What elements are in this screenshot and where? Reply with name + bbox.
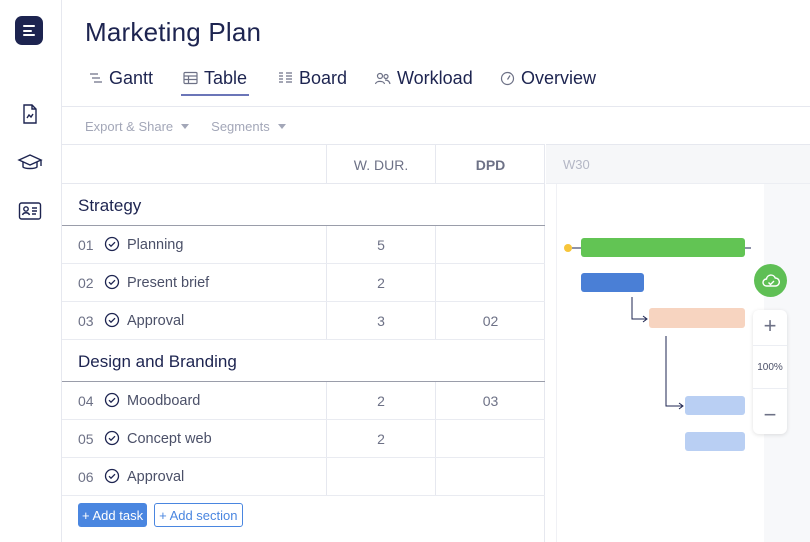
tab-board[interactable]: Board bbox=[278, 64, 347, 92]
task-name[interactable]: Planning bbox=[127, 237, 183, 253]
column-header-dpd[interactable]: DPD bbox=[436, 145, 545, 184]
segments-label: Segments bbox=[211, 119, 270, 134]
table-row[interactable]: 02 Present brief 2 bbox=[62, 264, 545, 302]
task-number: 01 bbox=[78, 237, 94, 253]
tab-board-label: Board bbox=[299, 67, 348, 88]
check-circle-icon[interactable] bbox=[104, 468, 120, 484]
task-number: 06 bbox=[78, 469, 94, 485]
table-row[interactable]: 04 Moodboard 2 03 bbox=[62, 382, 545, 420]
task-number: 05 bbox=[78, 431, 94, 447]
table-row[interactable]: 01 Planning 5 bbox=[62, 226, 545, 264]
divider bbox=[753, 345, 787, 346]
add-section-button[interactable]: + Add section bbox=[154, 503, 243, 527]
gantt-bar-concept-web[interactable] bbox=[685, 432, 745, 451]
cell-dpd[interactable] bbox=[436, 226, 545, 263]
task-name[interactable]: Moodboard bbox=[127, 393, 200, 409]
tab-gantt[interactable]: Gantt bbox=[89, 64, 153, 92]
column-header-wdur[interactable]: W. DUR. bbox=[326, 145, 436, 184]
cell-wdur[interactable]: 2 bbox=[326, 382, 436, 419]
check-circle-icon[interactable] bbox=[104, 430, 120, 446]
table-row[interactable]: 06 Approval bbox=[62, 458, 545, 496]
tab-overview-label: Overview bbox=[521, 67, 597, 88]
add-task-button[interactable]: + Add task bbox=[78, 503, 148, 527]
divider bbox=[753, 388, 787, 389]
cell-wdur[interactable] bbox=[326, 458, 436, 495]
cell-dpd[interactable]: 02 bbox=[436, 302, 545, 339]
app-logo-icon[interactable] bbox=[15, 16, 43, 45]
table-row[interactable]: 05 Concept web 2 bbox=[62, 420, 545, 458]
tab-overview[interactable]: Overview bbox=[500, 64, 596, 92]
people-icon bbox=[374, 72, 391, 85]
task-number: 02 bbox=[78, 275, 94, 291]
section-strategy[interactable]: Strategy bbox=[62, 184, 545, 226]
cell-dpd[interactable] bbox=[436, 264, 545, 301]
check-circle-icon[interactable] bbox=[104, 392, 120, 408]
export-share-label: Export & Share bbox=[85, 119, 174, 134]
plus-icon: + bbox=[763, 313, 777, 338]
add-buttons: + Add task + Add section bbox=[78, 503, 243, 527]
section-title: Strategy bbox=[78, 196, 142, 215]
tab-gantt-label: Gantt bbox=[109, 67, 154, 88]
task-name[interactable]: Present brief bbox=[127, 275, 209, 291]
page-title: Marketing Plan bbox=[85, 17, 262, 47]
cell-dpd[interactable]: 03 bbox=[436, 382, 545, 419]
tab-workload-label: Workload bbox=[397, 67, 473, 88]
gantt-bar-planning[interactable] bbox=[581, 238, 745, 257]
gantt-bar-present-brief[interactable] bbox=[581, 273, 644, 292]
cell-wdur[interactable]: 2 bbox=[326, 420, 436, 457]
zoom-in-button[interactable]: + bbox=[753, 311, 787, 341]
task-table: W. DUR. DPD Strategy 01 Planning 5 02 Pr… bbox=[62, 144, 545, 542]
gantt-bar-approval[interactable] bbox=[649, 308, 745, 328]
dependency-arrow bbox=[631, 297, 646, 320]
export-share-dropdown[interactable]: Export & Share bbox=[85, 119, 190, 134]
contact-card-icon[interactable] bbox=[18, 200, 42, 222]
left-rail bbox=[0, 0, 62, 542]
gantt-icon bbox=[90, 73, 102, 83]
zoom-control: + 100% − bbox=[753, 310, 787, 434]
cloud-icon bbox=[761, 273, 780, 287]
chevron-down-icon bbox=[277, 124, 286, 129]
cell-dpd[interactable] bbox=[436, 420, 545, 457]
task-name[interactable]: Approval bbox=[127, 469, 184, 485]
cloud-sync-button[interactable] bbox=[754, 264, 787, 297]
task-name[interactable]: Concept web bbox=[127, 431, 212, 447]
tab-table[interactable]: Table bbox=[180, 64, 250, 96]
section-design-branding[interactable]: Design and Branding bbox=[62, 340, 545, 382]
board-icon bbox=[279, 72, 292, 83]
tab-table-label: Table bbox=[204, 67, 248, 88]
cell-dpd[interactable] bbox=[436, 458, 545, 495]
task-name[interactable]: Approval bbox=[127, 313, 184, 329]
tab-workload[interactable]: Workload bbox=[374, 64, 473, 92]
header-divider bbox=[62, 106, 810, 107]
check-circle-icon[interactable] bbox=[104, 274, 120, 290]
task-number: 04 bbox=[78, 393, 94, 409]
table-row[interactable]: 03 Approval 3 02 bbox=[62, 302, 545, 340]
table-header: W. DUR. DPD bbox=[62, 144, 545, 184]
cell-wdur[interactable]: 2 bbox=[326, 264, 436, 301]
gantt-bar-moodboard[interactable] bbox=[685, 396, 745, 415]
dependency-arrow bbox=[665, 336, 682, 407]
zoom-level: 100% bbox=[757, 362, 783, 373]
milestone-dot[interactable] bbox=[564, 244, 572, 252]
cell-wdur[interactable]: 3 bbox=[326, 302, 436, 339]
check-circle-icon[interactable] bbox=[104, 236, 120, 252]
graduation-cap-icon[interactable] bbox=[17, 152, 43, 174]
cell-wdur[interactable]: 5 bbox=[326, 226, 436, 263]
chevron-down-icon bbox=[181, 124, 190, 129]
minus-icon: − bbox=[763, 402, 777, 427]
segments-dropdown[interactable]: Segments bbox=[211, 119, 286, 134]
check-circle-icon[interactable] bbox=[104, 312, 120, 328]
document-chart-icon[interactable] bbox=[19, 103, 41, 125]
section-title: Design and Branding bbox=[78, 352, 237, 371]
table-toolbar: Export & Share Segments bbox=[85, 119, 286, 134]
zoom-out-button[interactable]: − bbox=[753, 400, 787, 430]
table-icon bbox=[183, 71, 198, 85]
task-number: 03 bbox=[78, 313, 94, 329]
gauge-icon bbox=[500, 71, 515, 85]
